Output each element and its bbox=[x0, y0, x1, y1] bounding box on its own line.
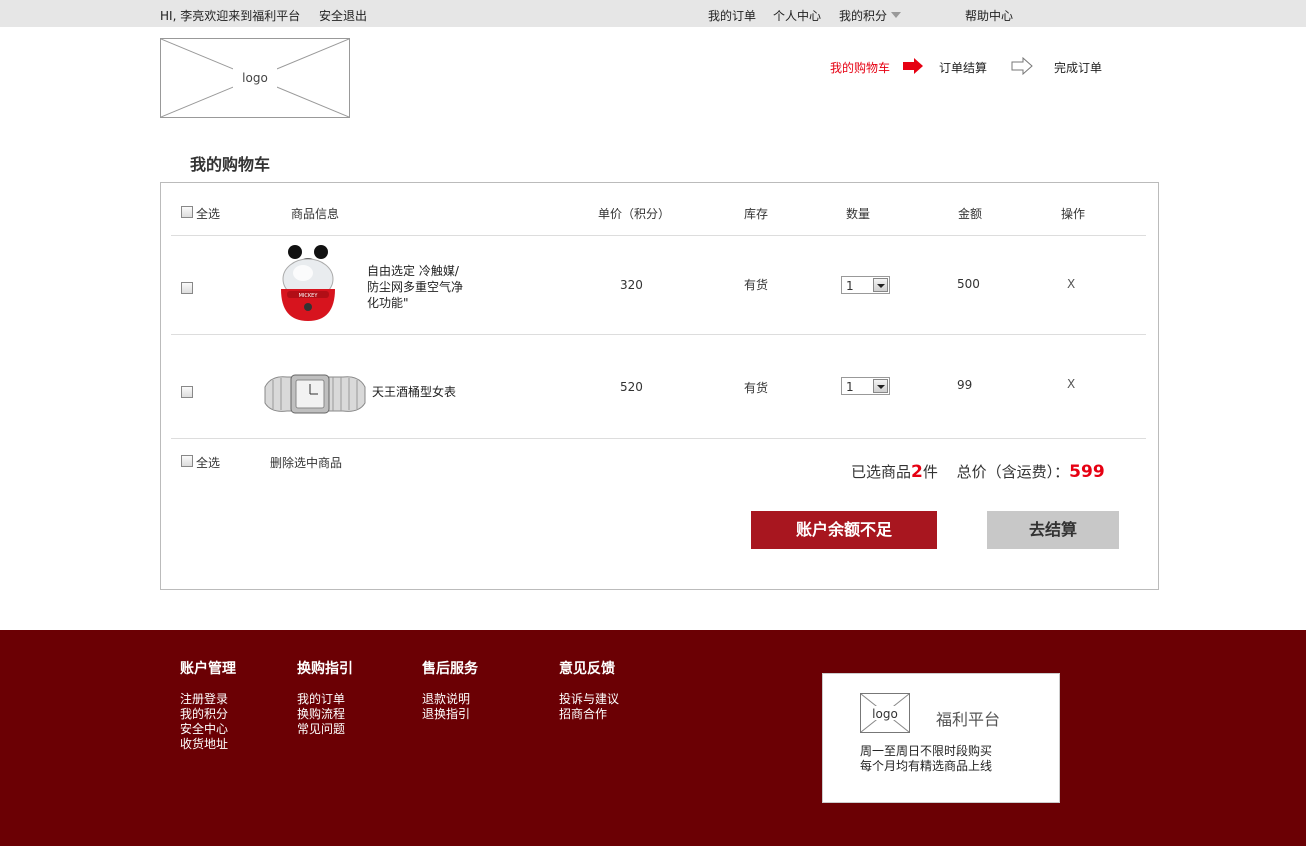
checkout-button[interactable]: 去结算 bbox=[987, 511, 1119, 549]
footer-link[interactable]: 我的积分 bbox=[180, 707, 236, 722]
footer-link[interactable]: 我的订单 bbox=[297, 692, 353, 707]
svg-text:MICKEY: MICKEY bbox=[299, 293, 319, 299]
footer-brand-desc: 周一至周日不限时段购买 每个月均有精选商品上线 bbox=[860, 744, 992, 774]
cart-panel: 全选 商品信息 单价（积分） 库存 数量 金额 操作 MICKEY 自由选定 冷… bbox=[160, 182, 1159, 590]
order-summary: 已选商品2件 总价（含运费）：599 bbox=[851, 461, 1105, 482]
my-points-label: 我的积分 bbox=[839, 9, 888, 23]
column-amount: 金额 bbox=[958, 207, 983, 221]
help-center-link[interactable]: 帮助中心 bbox=[965, 7, 1013, 24]
footer-column-guide: 换购指引 我的订单 换购流程 常见问题 bbox=[297, 658, 353, 737]
arrow-right-outline-icon bbox=[1011, 57, 1033, 75]
product-image-egg-cooker[interactable]: MICKEY bbox=[273, 241, 343, 327]
select-all-checkbox[interactable] bbox=[181, 206, 193, 218]
chevron-down-icon bbox=[873, 379, 888, 393]
footer-link[interactable]: 退款说明 bbox=[422, 692, 478, 707]
top-nav-bar: HI, 李亮欢迎来到福利平台 安全退出 我的订单 个人中心 我的积分 帮助中心 bbox=[0, 0, 1306, 27]
personal-center-link[interactable]: 个人中心 bbox=[773, 7, 821, 24]
product-name-line: 化功能" bbox=[367, 296, 409, 310]
quantity-select[interactable]: 1 bbox=[841, 276, 890, 294]
quantity-select[interactable]: 1 bbox=[841, 377, 890, 395]
column-unit-price: 单价（积分） bbox=[598, 207, 671, 221]
footer-column-feedback: 意见反馈 投诉与建议 招商合作 bbox=[559, 658, 619, 722]
site-logo[interactable]: logo bbox=[160, 38, 350, 118]
step-complete: 完成订单 bbox=[1054, 61, 1103, 75]
footer-brand-desc-line: 周一至周日不限时段购买 bbox=[860, 744, 993, 758]
column-stock: 库存 bbox=[744, 207, 769, 221]
step-cart: 我的购物车 bbox=[830, 61, 891, 75]
selected-prefix: 已选商品 bbox=[851, 463, 912, 481]
footer-heading: 账户管理 bbox=[180, 661, 236, 677]
site-footer: 账户管理 注册登录 我的积分 安全中心 收货地址 换购指引 我的订单 换购流程 … bbox=[0, 630, 1306, 846]
delete-selected-link[interactable]: 删除选中商品 bbox=[270, 454, 342, 471]
product-name-line: 自由选定 冷触媒/ bbox=[367, 264, 459, 278]
quantity-value: 1 bbox=[846, 279, 854, 293]
footer-link[interactable]: 安全中心 bbox=[180, 722, 236, 737]
select-all-checkbox-bottom[interactable] bbox=[181, 455, 193, 467]
chevron-down-icon bbox=[891, 12, 902, 18]
divider bbox=[171, 438, 1146, 439]
column-action: 操作 bbox=[1061, 207, 1086, 221]
item-price: 520 bbox=[620, 380, 643, 394]
remove-item-button[interactable]: X bbox=[1067, 377, 1075, 391]
product-name[interactable]: 自由选定 冷触媒/ 防尘网多重空气净 化功能" bbox=[367, 263, 463, 311]
item-checkbox[interactable] bbox=[181, 282, 193, 294]
footer-brand-card: logo 福利平台 周一至周日不限时段购买 每个月均有精选商品上线 bbox=[822, 673, 1060, 803]
product-name-line: 防尘网多重空气净 bbox=[367, 280, 464, 294]
remove-item-button[interactable]: X bbox=[1067, 277, 1075, 291]
insufficient-balance-button[interactable]: 账户余额不足 bbox=[751, 511, 937, 549]
quantity-value: 1 bbox=[846, 380, 854, 394]
arrow-right-filled-icon bbox=[903, 58, 923, 74]
divider bbox=[171, 334, 1146, 335]
footer-link[interactable]: 注册登录 bbox=[180, 692, 236, 707]
selected-suffix: 件 bbox=[922, 463, 938, 481]
my-orders-link[interactable]: 我的订单 bbox=[708, 7, 756, 24]
footer-brand-desc-line: 每个月均有精选商品上线 bbox=[860, 759, 993, 773]
divider bbox=[171, 235, 1146, 236]
product-image-watch[interactable] bbox=[263, 361, 367, 431]
footer-heading: 售后服务 bbox=[422, 661, 478, 677]
footer-column-aftersales: 售后服务 退款说明 退换指引 bbox=[422, 658, 478, 722]
footer-link[interactable]: 收货地址 bbox=[180, 737, 236, 752]
item-stock: 有货 bbox=[744, 381, 769, 395]
select-all-label: 全选 bbox=[196, 207, 221, 221]
item-stock: 有货 bbox=[744, 278, 769, 292]
item-checkbox[interactable] bbox=[181, 386, 193, 398]
total-value: 599 bbox=[1069, 462, 1105, 482]
my-points-dropdown[interactable]: 我的积分 bbox=[839, 7, 902, 24]
footer-link[interactable]: 投诉与建议 bbox=[559, 692, 619, 707]
column-quantity: 数量 bbox=[846, 207, 871, 221]
select-all-label: 全选 bbox=[196, 456, 221, 470]
footer-column-account: 账户管理 注册登录 我的积分 安全中心 收货地址 bbox=[180, 658, 236, 752]
footer-heading: 意见反馈 bbox=[559, 661, 615, 677]
footer-link[interactable]: 换购流程 bbox=[297, 707, 353, 722]
total-label: 总价（含运费）： bbox=[956, 463, 1070, 481]
footer-logo-text: logo bbox=[872, 707, 898, 721]
item-amount: 500 bbox=[957, 277, 980, 291]
footer-brand-name: 福利平台 bbox=[936, 710, 1001, 729]
logout-link[interactable]: 安全退出 bbox=[319, 7, 367, 24]
logo-text: logo bbox=[242, 71, 268, 85]
page-title: 我的购物车 bbox=[190, 155, 271, 174]
footer-link[interactable]: 退换指引 bbox=[422, 707, 478, 722]
selected-count: 2 bbox=[911, 462, 923, 482]
chevron-down-icon bbox=[873, 278, 888, 292]
step-checkout: 订单结算 bbox=[939, 61, 988, 75]
footer-heading: 换购指引 bbox=[297, 661, 353, 677]
footer-logo: logo bbox=[860, 693, 910, 733]
greeting-text: HI, 李亮欢迎来到福利平台 bbox=[160, 9, 301, 23]
footer-link[interactable]: 常见问题 bbox=[297, 722, 353, 737]
column-product-info: 商品信息 bbox=[291, 207, 340, 221]
item-amount: 99 bbox=[957, 378, 973, 392]
footer-link[interactable]: 招商合作 bbox=[559, 707, 619, 722]
item-price: 320 bbox=[620, 278, 643, 292]
product-name[interactable]: 天王酒桶型女表 bbox=[372, 384, 456, 400]
